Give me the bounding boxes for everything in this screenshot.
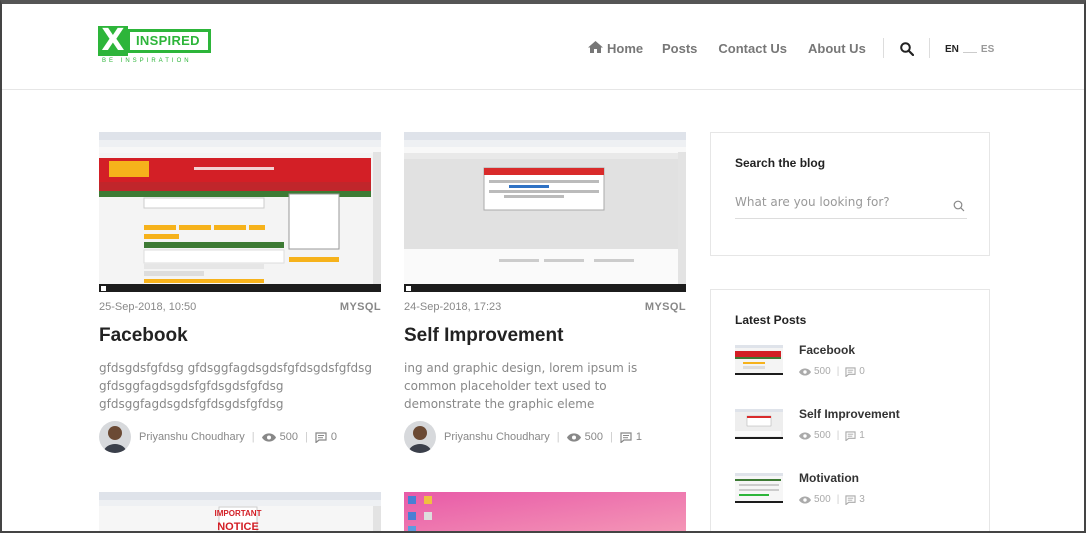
eye-icon bbox=[799, 431, 811, 440]
latest-post-info: Self Improvement 500 | 1 bbox=[799, 407, 900, 441]
search-widget: Search the blog bbox=[710, 132, 990, 256]
blog-search-input[interactable] bbox=[735, 195, 935, 209]
home-icon bbox=[588, 41, 603, 56]
comment-count: 1 bbox=[635, 431, 642, 443]
page-frame: X INSPIRED BE INSPIRATION Home Posts Con… bbox=[0, 0, 1086, 533]
post-category[interactable]: MYSQL bbox=[340, 301, 381, 313]
screenshot-image: IMPORTANT NOTICE bbox=[99, 492, 381, 533]
latest-post-info: Motivation 500 | 3 bbox=[799, 471, 865, 505]
comment-icon bbox=[845, 366, 856, 377]
lang-es[interactable]: ES bbox=[981, 44, 994, 55]
screenshot-image bbox=[99, 132, 381, 292]
separator: | bbox=[556, 431, 560, 443]
post-thumbnail[interactable] bbox=[99, 132, 381, 292]
post-category[interactable]: MYSQL bbox=[645, 301, 686, 313]
latest-post-item[interactable]: Motivation 500 | 3 bbox=[735, 471, 865, 505]
eye-icon bbox=[566, 432, 581, 442]
thumb-text-notice: NOTICE bbox=[217, 521, 259, 533]
header-search-button[interactable] bbox=[900, 42, 915, 57]
comment-icon bbox=[845, 430, 856, 441]
nav-divider bbox=[883, 38, 884, 58]
latest-post-thumbnail[interactable] bbox=[735, 409, 783, 439]
search-widget-title: Search the blog bbox=[735, 156, 826, 170]
nav-contact[interactable]: Contact Us bbox=[718, 41, 787, 56]
author-name[interactable]: Priyanshu Choudhary bbox=[444, 431, 550, 443]
main-nav: Home Posts Contact Us About Us bbox=[588, 41, 866, 56]
site-header: X INSPIRED BE INSPIRATION Home Posts Con… bbox=[2, 4, 1084, 90]
view-count: 500 bbox=[279, 431, 299, 443]
logo-letter: X bbox=[98, 26, 128, 56]
desktop-wallpaper-image bbox=[404, 492, 686, 531]
lang-dash bbox=[962, 52, 977, 53]
comment-count: 0 bbox=[330, 431, 337, 443]
latest-post-item[interactable]: Facebook 500 | 0 bbox=[735, 343, 865, 377]
latest-post-title[interactable]: Motivation bbox=[799, 471, 865, 485]
blog-search-field bbox=[735, 193, 967, 219]
view-count: 500 bbox=[814, 430, 831, 441]
latest-post-stats: 500 | 3 bbox=[799, 494, 865, 505]
author-avatar[interactable] bbox=[404, 421, 436, 453]
latest-post-title[interactable]: Facebook bbox=[799, 343, 865, 357]
lang-en[interactable]: EN bbox=[945, 44, 959, 55]
post-thumbnail[interactable] bbox=[404, 132, 686, 292]
search-icon[interactable] bbox=[953, 199, 965, 217]
post-author-row: Priyanshu Choudhary | 500 | 1 bbox=[404, 421, 642, 453]
post-title[interactable]: Self Improvement bbox=[404, 325, 686, 347]
site-logo[interactable]: X INSPIRED BE INSPIRATION bbox=[98, 26, 211, 64]
latest-post-thumbnail[interactable] bbox=[735, 345, 783, 375]
logo-word: INSPIRED bbox=[127, 29, 211, 53]
search-icon bbox=[900, 42, 915, 57]
latest-post-thumbnail[interactable] bbox=[735, 473, 783, 503]
latest-posts-widget: Latest Posts Facebook 500 | 0 Self Impro… bbox=[710, 289, 990, 531]
comment-icon bbox=[620, 431, 632, 443]
post-meta: 25-Sep-2018, 10:50 MYSQL bbox=[99, 301, 381, 313]
nav-posts[interactable]: Posts bbox=[662, 41, 697, 56]
language-switcher: EN ES bbox=[945, 44, 994, 55]
latest-posts-title: Latest Posts bbox=[735, 313, 807, 327]
separator: | bbox=[836, 366, 840, 377]
thumb-text-important: IMPORTANT bbox=[215, 509, 262, 518]
logo-tagline: BE INSPIRATION bbox=[102, 58, 192, 64]
latest-post-stats: 500 | 0 bbox=[799, 366, 865, 377]
post-date: 25-Sep-2018, 10:50 bbox=[99, 301, 197, 313]
post-thumbnail[interactable]: IMPORTANT NOTICE bbox=[99, 492, 381, 533]
eye-icon bbox=[261, 432, 276, 442]
eye-icon bbox=[799, 495, 811, 504]
nav-about[interactable]: About Us bbox=[808, 41, 866, 56]
post-thumbnail[interactable] bbox=[404, 492, 686, 531]
separator: | bbox=[836, 430, 840, 441]
comment-count: 0 bbox=[859, 366, 865, 377]
separator: | bbox=[836, 494, 840, 505]
latest-post-info: Facebook 500 | 0 bbox=[799, 343, 865, 377]
comment-count: 1 bbox=[859, 430, 865, 441]
separator: | bbox=[305, 431, 308, 443]
latest-post-title[interactable]: Self Improvement bbox=[799, 407, 900, 421]
lang-divider bbox=[929, 38, 930, 58]
view-count: 500 bbox=[814, 494, 831, 505]
nav-home-label: Home bbox=[607, 41, 644, 56]
comment-icon bbox=[845, 494, 856, 505]
comment-icon bbox=[315, 431, 327, 443]
post-meta: 24-Sep-2018, 17:23 MYSQL bbox=[404, 301, 686, 313]
nav-home[interactable]: Home bbox=[588, 41, 650, 56]
author-name[interactable]: Priyanshu Choudhary bbox=[139, 431, 245, 443]
separator: | bbox=[610, 431, 613, 443]
logo-mark: X INSPIRED bbox=[98, 26, 211, 56]
author-avatar[interactable] bbox=[99, 421, 131, 453]
separator: | bbox=[251, 431, 255, 443]
latest-post-stats: 500 | 1 bbox=[799, 430, 900, 441]
post-author-row: Priyanshu Choudhary | 500 | 0 bbox=[99, 421, 337, 453]
post-excerpt: ing and graphic design, lorem ipsum is c… bbox=[404, 361, 638, 411]
post-date: 24-Sep-2018, 17:23 bbox=[404, 301, 502, 313]
post-card: 25-Sep-2018, 10:50 MYSQL Facebook gfdsgd… bbox=[99, 132, 381, 413]
post-card: 24-Sep-2018, 17:23 MYSQL Self Improvemen… bbox=[404, 132, 686, 413]
comment-count: 3 bbox=[859, 494, 865, 505]
eye-icon bbox=[799, 367, 811, 376]
post-title[interactable]: Facebook bbox=[99, 325, 381, 347]
view-count: 500 bbox=[584, 431, 604, 443]
latest-post-item[interactable]: Self Improvement 500 | 1 bbox=[735, 407, 900, 441]
post-excerpt: gfdsgdsfgfdsg gfdsggfagdsgdsfgfdsgdsfgfd… bbox=[99, 361, 373, 411]
view-count: 500 bbox=[814, 366, 831, 377]
screenshot-image bbox=[404, 132, 686, 292]
